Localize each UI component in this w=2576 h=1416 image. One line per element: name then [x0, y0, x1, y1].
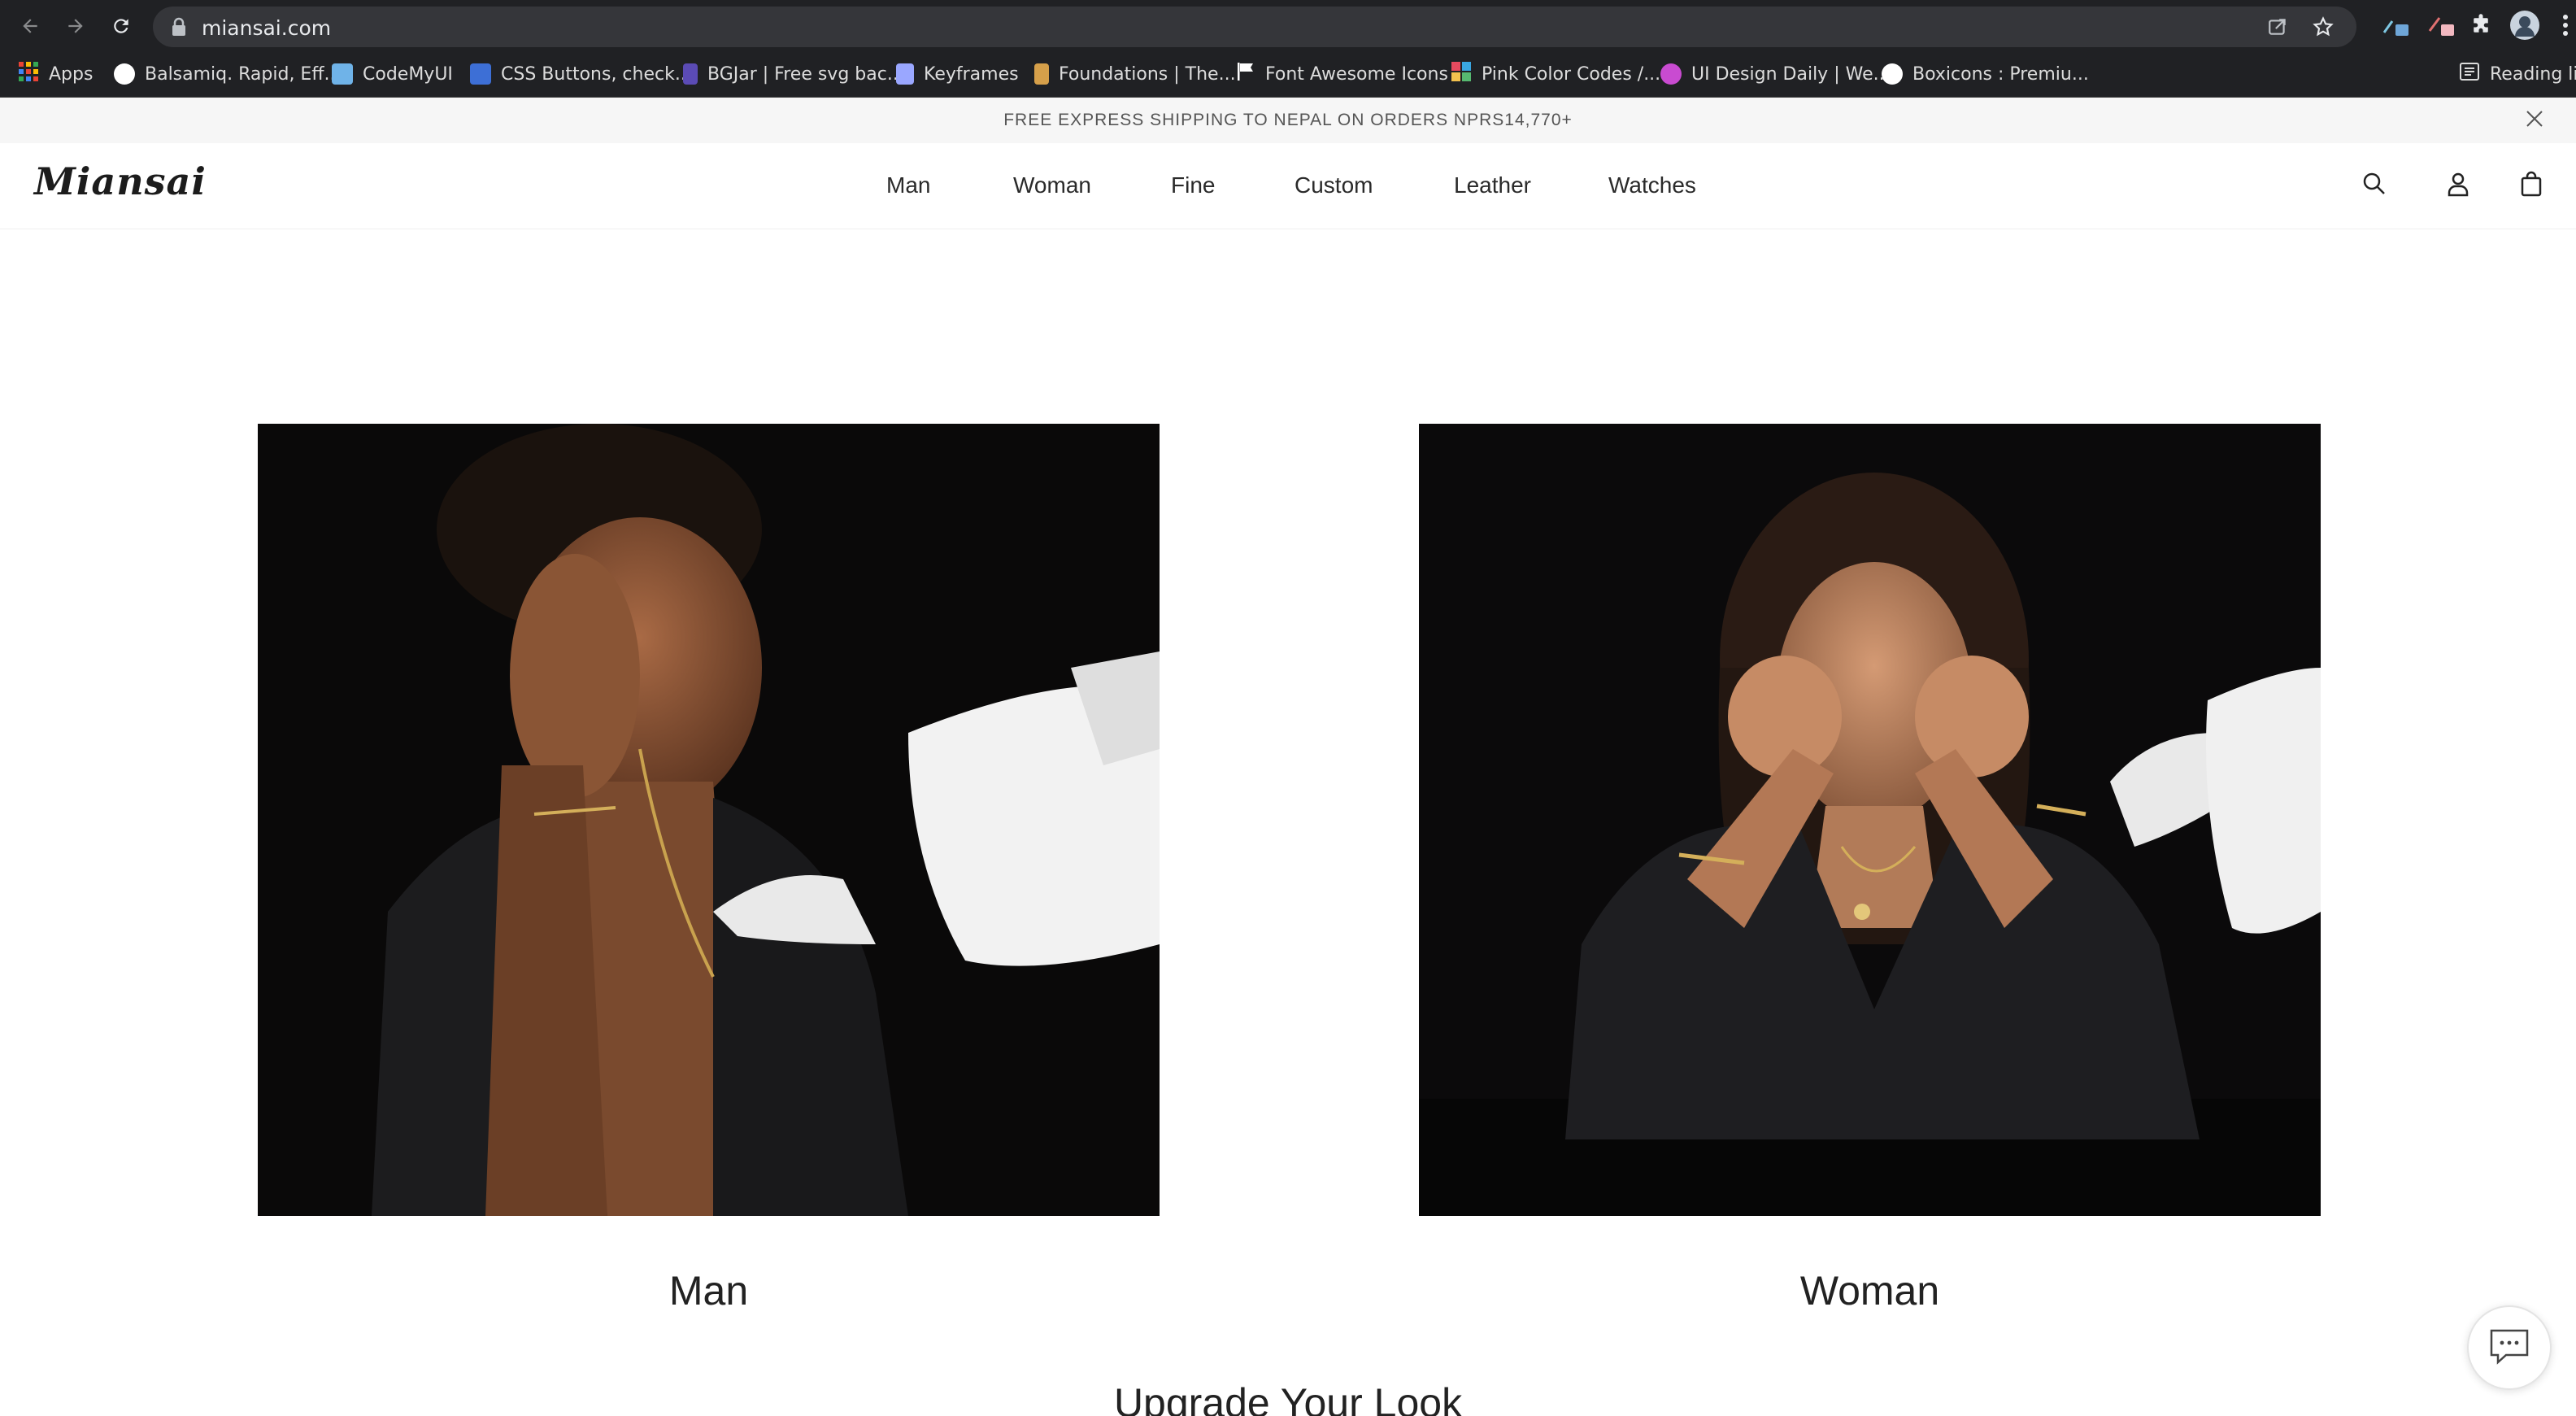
search-icon[interactable] — [2361, 171, 2387, 201]
nav-man[interactable]: Man — [886, 172, 930, 198]
forward-icon[interactable] — [62, 12, 89, 40]
site-logo[interactable]: Miansai — [34, 159, 207, 203]
browser-toolbar: miansai.com — [0, 0, 2576, 50]
bookmark-codemyui[interactable]: CodeMyUI — [332, 62, 453, 86]
balsamiq-icon — [114, 63, 135, 85]
nav-watches[interactable]: Watches — [1608, 172, 1696, 198]
bookmark-apps[interactable]: Apps — [18, 62, 93, 86]
section-title: Upgrade Your Look — [1113, 1380, 1463, 1416]
bookmarks-bar: Apps Balsamiq. Rapid, Eff... CodeMyUI CS… — [0, 50, 2576, 98]
keyframes-icon — [896, 63, 914, 85]
bag-icon[interactable] — [2519, 171, 2543, 201]
share-icon[interactable] — [2267, 16, 2288, 41]
woman-card-label[interactable]: Woman — [1419, 1267, 2321, 1314]
bookmark-font-awesome[interactable]: Font Awesome Icons — [1236, 62, 1448, 86]
chat-button[interactable] — [2467, 1305, 2552, 1390]
account-icon[interactable] — [2446, 171, 2470, 201]
promo-banner: FREE EXPRESS SHIPPING TO NEPAL ON ORDERS… — [0, 98, 2576, 143]
star-bookmark-icon[interactable] — [2313, 16, 2334, 41]
site-header: Miansai Man Woman Fine Custom Leather Wa… — [0, 143, 2576, 229]
nav-fine[interactable]: Fine — [1171, 172, 1215, 198]
promo-text: FREE EXPRESS SHIPPING TO NEPAL ON ORDERS… — [1003, 111, 1573, 129]
reading-list[interactable]: Reading lis — [2459, 62, 2576, 86]
nav-custom[interactable]: Custom — [1295, 172, 1373, 198]
nav-leather[interactable]: Leather — [1454, 172, 1531, 198]
nav-woman[interactable]: Woman — [1013, 172, 1091, 198]
bookmark-foundations[interactable]: Foundations | The... — [1034, 62, 1236, 86]
boxicons-icon — [1882, 63, 1903, 85]
apps-grid-icon — [18, 61, 39, 87]
codemyui-icon — [332, 63, 353, 85]
font-awesome-flag-icon — [1236, 61, 1255, 87]
chat-bubble-icon — [2488, 1327, 2530, 1369]
bookmark-pink-color-codes[interactable]: Pink Color Codes /... — [1451, 62, 1660, 86]
man-card-label[interactable]: Man — [258, 1267, 1160, 1314]
address-bar[interactable]: miansai.com — [153, 7, 2356, 47]
bgjar-icon — [683, 63, 698, 85]
profile-avatar[interactable] — [2509, 10, 2540, 45]
reload-icon[interactable] — [107, 12, 135, 40]
menu-kebab-icon[interactable] — [2561, 13, 2569, 41]
bookmark-keyframes[interactable]: Keyframes — [896, 62, 1019, 86]
bookmark-balsamiq[interactable]: Balsamiq. Rapid, Eff... — [114, 62, 341, 86]
back-icon[interactable] — [16, 12, 44, 40]
url-text: miansai.com — [202, 16, 332, 40]
extension-icon-2[interactable] — [2426, 13, 2457, 41]
bookmark-boxicons[interactable]: Boxicons : Premiu... — [1882, 62, 2089, 86]
close-icon[interactable] — [2524, 108, 2545, 133]
foundations-icon — [1034, 63, 1049, 85]
css-buttons-icon — [470, 63, 491, 85]
bookmark-bgjar[interactable]: BGJar | Free svg bac... — [683, 62, 904, 86]
bookmark-css-buttons[interactable]: CSS Buttons, check... — [470, 62, 692, 86]
man-photo[interactable] — [258, 424, 1160, 1216]
color-grid-icon — [1451, 61, 1472, 87]
ui-design-daily-icon — [1660, 63, 1682, 85]
woman-photo[interactable] — [1419, 424, 2321, 1216]
bookmark-ui-design-daily[interactable]: UI Design Daily | We... — [1660, 62, 1891, 86]
puzzle-extensions-icon[interactable] — [2469, 13, 2493, 41]
extension-icon[interactable] — [2381, 13, 2412, 41]
reading-list-icon — [2459, 62, 2480, 86]
lock-icon — [171, 17, 187, 41]
